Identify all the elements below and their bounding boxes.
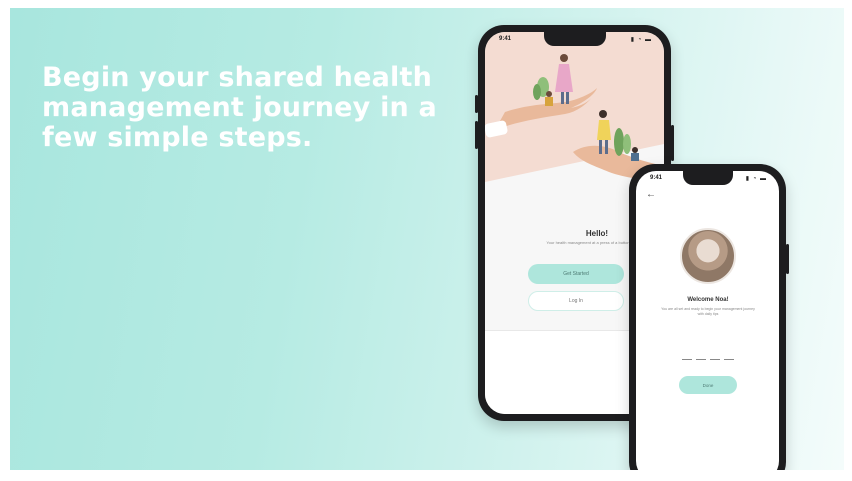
phone-notch bbox=[682, 171, 733, 185]
hero-banner: Begin your shared health management jour… bbox=[10, 8, 844, 470]
code-digit-slot[interactable] bbox=[682, 359, 692, 360]
code-digit-slot[interactable] bbox=[696, 359, 706, 360]
phone-volume-button bbox=[475, 121, 478, 149]
phone-power-button bbox=[786, 244, 789, 274]
hands-illustration bbox=[485, 32, 664, 182]
phone-notch bbox=[543, 32, 606, 46]
done-button[interactable]: Done bbox=[679, 376, 737, 394]
phone-side-button bbox=[475, 95, 478, 113]
get-started-button[interactable]: Get Started bbox=[528, 264, 624, 284]
status-icons: ▮ ◔ ▬ bbox=[745, 176, 767, 182]
phone-secondary: 9:41 ▮ ◔ ▬ ← Welcome Noa! You are all se… bbox=[629, 164, 789, 470]
login-button[interactable]: Log In bbox=[528, 291, 624, 311]
welcome-title: Welcome Noa! bbox=[687, 297, 729, 303]
status-icons: ▮ ◔ ▬ bbox=[630, 37, 652, 43]
phone-power-button bbox=[671, 125, 674, 161]
status-time: 9:41 bbox=[650, 175, 663, 181]
arrow-left-icon[interactable]: ← bbox=[646, 189, 656, 200]
headline: Begin your shared health management jour… bbox=[42, 62, 437, 153]
code-input-row[interactable] bbox=[682, 359, 738, 360]
avatar bbox=[680, 228, 736, 284]
phone-secondary-screen: 9:41 ▮ ◔ ▬ ← Welcome Noa! You are all se… bbox=[636, 171, 779, 470]
code-digit-slot[interactable] bbox=[710, 359, 720, 360]
status-time: 9:41 bbox=[499, 36, 512, 42]
code-digit-slot[interactable] bbox=[724, 359, 734, 360]
welcome-subtitle: You are all set and ready to begin your … bbox=[661, 307, 755, 316]
